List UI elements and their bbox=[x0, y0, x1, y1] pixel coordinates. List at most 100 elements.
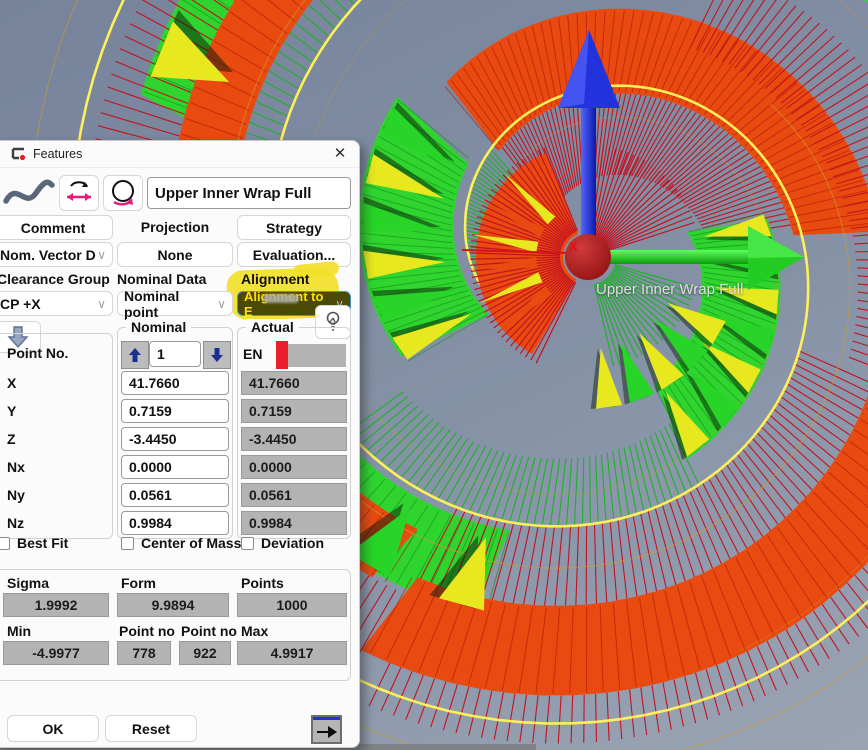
actual-y-value: 0.7159 bbox=[241, 399, 347, 423]
point-down-button[interactable] bbox=[203, 341, 231, 369]
feature-label-3d: Upper Inner Wrap Full bbox=[596, 281, 743, 298]
points-value: 1000 bbox=[237, 593, 347, 617]
nominal-ny-field[interactable]: 0.0561 bbox=[121, 483, 229, 507]
actual-x-text: 41.7660 bbox=[249, 375, 300, 391]
form-value: 9.9894 bbox=[117, 593, 229, 617]
max-value: 4.9917 bbox=[237, 641, 347, 665]
nominal-nx-field[interactable]: 0.0000 bbox=[121, 455, 229, 479]
right-arrow-icon bbox=[313, 720, 340, 744]
features-dialog: Features ✕ Upper Inner Wrap Full Comment… bbox=[0, 140, 360, 748]
pointno-label-1: Point no bbox=[119, 623, 175, 639]
axis-x-marker: X bbox=[569, 239, 578, 254]
actual-x-value: 41.7660 bbox=[241, 371, 347, 395]
nominal-data-combo[interactable]: Nominal point ∨ bbox=[117, 291, 233, 316]
alignment-label: Alignment bbox=[241, 271, 309, 287]
nominal-z-value: -3.4450 bbox=[129, 431, 176, 447]
point-no-label: Point No. bbox=[7, 345, 68, 361]
next-page-button[interactable] bbox=[311, 715, 342, 744]
en-red-bar bbox=[276, 341, 288, 369]
actual-ny-value: 0.0561 bbox=[241, 483, 347, 507]
actual-nx-text: 0.0000 bbox=[249, 459, 292, 475]
nominal-y-field[interactable]: 0.7159 bbox=[121, 399, 229, 423]
app-logo-icon bbox=[11, 147, 27, 161]
actual-nz-text: 0.9984 bbox=[249, 515, 292, 531]
max-label: Max bbox=[241, 623, 268, 639]
clearance-group-label: Clearance Group bbox=[0, 271, 110, 287]
actual-nz-value: 0.9984 bbox=[241, 511, 347, 535]
clearance-group-combo[interactable]: CP +X ∨ bbox=[0, 291, 113, 316]
actual-legend: Actual bbox=[246, 319, 299, 335]
feature-name-input[interactable]: Upper Inner Wrap Full bbox=[147, 177, 351, 209]
actual-z-value: -3.4450 bbox=[241, 427, 347, 451]
min-label: Min bbox=[7, 623, 31, 639]
nominal-ny-value: 0.0561 bbox=[129, 487, 172, 503]
marker-smudge bbox=[263, 294, 299, 303]
deviation-label: Deviation bbox=[261, 535, 324, 551]
point-number-value: 1 bbox=[157, 346, 165, 362]
nominal-x-value: 41.7660 bbox=[129, 375, 180, 391]
pointno-2-value: 922 bbox=[179, 641, 231, 665]
pointno-1-text: 778 bbox=[132, 645, 155, 661]
center-of-mass-checkbox[interactable] bbox=[121, 537, 134, 550]
form-label: Form bbox=[121, 575, 156, 591]
sigma-value: 1.9992 bbox=[3, 593, 109, 617]
nominal-data-value: Nominal point bbox=[124, 288, 217, 320]
ok-button[interactable]: OK bbox=[7, 715, 99, 742]
nominal-y-value: 0.7159 bbox=[129, 403, 172, 419]
reset-button[interactable]: Reset bbox=[105, 715, 197, 742]
pointno-label-2: Point no bbox=[181, 623, 237, 639]
point-labels-frame bbox=[0, 333, 113, 539]
curve-feature-icon bbox=[3, 177, 55, 209]
rotate-circle-icon bbox=[108, 178, 138, 208]
nominal-z-field[interactable]: -3.4450 bbox=[121, 427, 229, 451]
actual-nx-value: 0.0000 bbox=[241, 455, 347, 479]
dialog-titlebar[interactable]: Features ✕ bbox=[0, 141, 359, 168]
comment-label: Comment bbox=[21, 220, 86, 236]
row-label-z: Z bbox=[7, 431, 16, 447]
none-button[interactable]: None bbox=[117, 242, 233, 267]
nom-vector-value: Nom. Vector D bbox=[0, 247, 96, 263]
clearance-value: CP +X bbox=[0, 296, 41, 312]
point-number-field[interactable]: 1 bbox=[149, 341, 201, 367]
comment-button[interactable]: Comment bbox=[0, 215, 113, 240]
chevron-down-icon: ∨ bbox=[217, 297, 226, 311]
feature-name-value: Upper Inner Wrap Full bbox=[155, 185, 311, 202]
center-of-mass-label: Center of Mass bbox=[141, 535, 241, 551]
close-curve-button[interactable] bbox=[103, 175, 143, 211]
nominal-nz-field[interactable]: 0.9984 bbox=[121, 511, 229, 535]
strategy-button[interactable]: Strategy bbox=[237, 215, 351, 240]
nominal-x-field[interactable]: 41.7660 bbox=[121, 371, 229, 395]
min-value: -4.9977 bbox=[3, 641, 109, 665]
row-label-nz: Nz bbox=[7, 515, 24, 531]
down-arrow-icon bbox=[210, 347, 224, 363]
up-arrow-icon bbox=[128, 347, 142, 363]
nominal-legend: Nominal bbox=[126, 319, 191, 335]
point-up-button[interactable] bbox=[121, 341, 149, 369]
points-text: 1000 bbox=[276, 597, 307, 613]
best-fit-checkbox[interactable] bbox=[0, 537, 10, 550]
pointno-1-value: 778 bbox=[117, 641, 171, 665]
sigma-text: 1.9992 bbox=[35, 597, 78, 613]
en-gray-bar bbox=[288, 344, 346, 367]
form-text: 9.9894 bbox=[152, 597, 195, 613]
projection-label: Projection bbox=[117, 219, 233, 235]
nominal-nz-value: 0.9984 bbox=[129, 515, 172, 531]
chevron-down-icon: ∨ bbox=[97, 248, 106, 262]
extent-arrows-icon bbox=[64, 180, 94, 206]
sigma-label: Sigma bbox=[7, 575, 49, 591]
none-label: None bbox=[158, 247, 193, 263]
row-label-x: X bbox=[7, 375, 16, 391]
row-label-ny: Ny bbox=[7, 487, 25, 503]
close-icon[interactable]: ✕ bbox=[329, 144, 351, 164]
dialog-title: Features bbox=[33, 147, 82, 161]
best-fit-label: Best Fit bbox=[17, 535, 68, 551]
strategy-label: Strategy bbox=[266, 220, 322, 236]
measure-extent-button[interactable] bbox=[59, 175, 99, 211]
nom-vector-combo[interactable]: Nom. Vector D ∨ bbox=[0, 242, 113, 267]
reset-label: Reset bbox=[132, 721, 170, 737]
en-label: EN bbox=[243, 346, 262, 362]
points-label: Points bbox=[241, 575, 284, 591]
deviation-checkbox[interactable] bbox=[241, 537, 254, 550]
max-text: 4.9917 bbox=[271, 645, 314, 661]
row-label-nx: Nx bbox=[7, 459, 25, 475]
